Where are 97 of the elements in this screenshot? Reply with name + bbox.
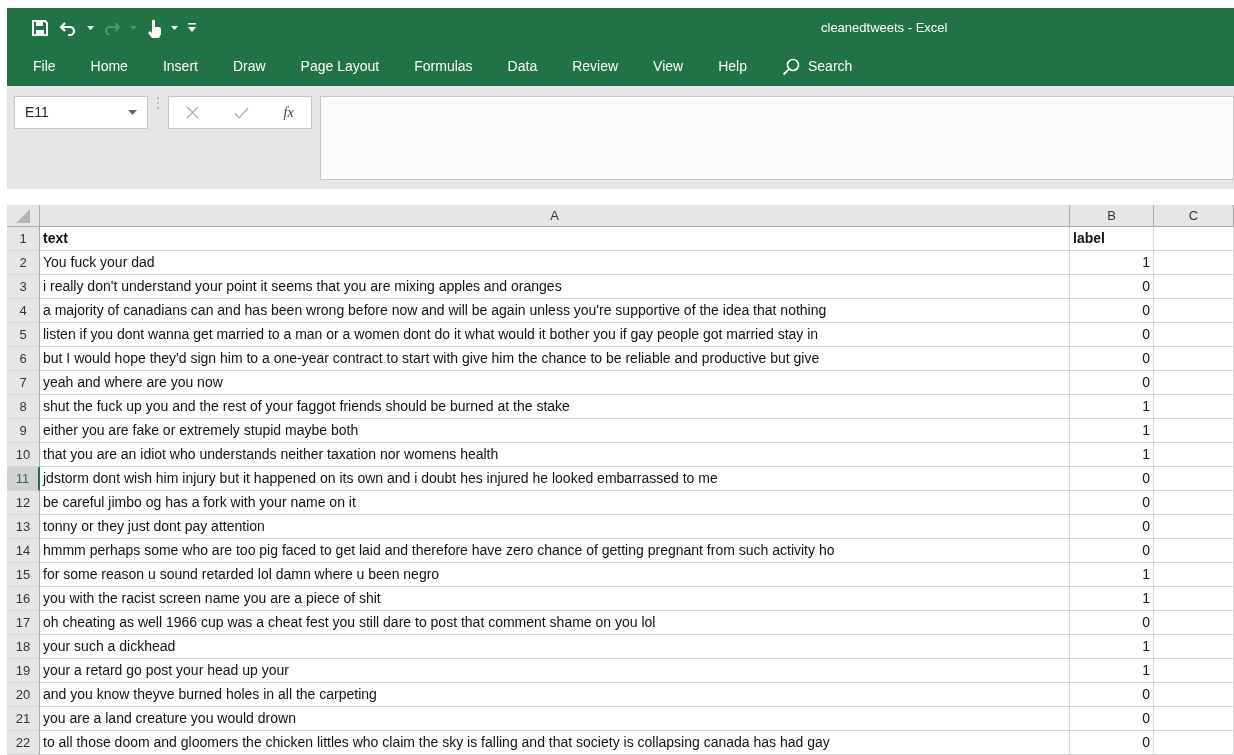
table-cell: be careful jimbo og has a fork with your name on it	[40, 491, 1070, 515]
table-cell: 1	[1070, 659, 1154, 683]
column-header[interactable]: B	[1070, 205, 1154, 227]
check-icon[interactable]	[233, 106, 249, 119]
caret-icon	[130, 25, 137, 30]
row-header[interactable]: 7	[7, 371, 40, 395]
window-title: cleanedtweets - Excel	[821, 18, 948, 37]
row-header[interactable]: 4	[7, 299, 40, 323]
row-header[interactable]: 16	[7, 587, 40, 611]
table-cell: 0	[1070, 467, 1154, 491]
row-header[interactable]: 12	[7, 491, 40, 515]
table-cell: 0	[1070, 491, 1154, 515]
table-cell: 0	[1070, 299, 1154, 323]
row-header[interactable]: 19	[7, 659, 40, 683]
table-cell: 1	[1070, 443, 1154, 467]
ribbon-tab[interactable]: File	[33, 56, 73, 78]
table-cell: i really don't understand your point it seems that you are mixing apples and oranges	[40, 275, 1070, 299]
row-header[interactable]: 13	[7, 515, 40, 539]
table-cell: 1	[1070, 563, 1154, 587]
table-cell: 0	[1070, 347, 1154, 371]
customize-icon[interactable]	[188, 23, 196, 32]
ribbon-tab[interactable]: Data	[507, 56, 555, 78]
save-icon[interactable]	[31, 18, 49, 37]
grip-icon	[156, 96, 160, 111]
hand-icon[interactable]	[147, 17, 161, 38]
row-header[interactable]: 1	[7, 227, 40, 251]
row-header[interactable]: 11	[7, 467, 40, 491]
table-cell: 0	[1070, 539, 1154, 563]
column-header[interactable]: A	[40, 205, 1070, 227]
select-all-icon	[16, 208, 30, 223]
table-cell: 0	[1070, 683, 1154, 707]
table-cell: 0	[1070, 323, 1154, 347]
ribbon-tab[interactable]: Review	[572, 56, 636, 78]
row-header[interactable]: 17	[7, 611, 40, 635]
row-header[interactable]: 20	[7, 683, 40, 707]
row-header[interactable]: 5	[7, 323, 40, 347]
ribbon-tab[interactable]: Insert	[162, 56, 215, 78]
column-title: text	[40, 227, 1070, 251]
table-cell: 0	[1070, 731, 1154, 755]
table-cell: 0	[1070, 611, 1154, 635]
ribbon-tab[interactable]: Help	[718, 56, 764, 78]
table-cell: 0	[1070, 371, 1154, 395]
formula-input[interactable]	[320, 96, 1234, 181]
caret-icon[interactable]	[171, 25, 178, 30]
table-cell: 0	[1070, 275, 1154, 299]
row-header[interactable]: 6	[7, 347, 40, 371]
search-button[interactable]: Search	[781, 56, 853, 78]
table-cell: oh cheating as well 1966 cup was a cheat fest you still dare to post that comment shame on you lol	[40, 611, 1070, 635]
table-cell: 1	[1070, 419, 1154, 443]
row-header[interactable]: 18	[7, 635, 40, 659]
insert-function-button[interactable]: fx	[283, 102, 294, 124]
table-cell: but I would hope they'd sign him to a one-year contract to start with give him the chance to be reliable and productive but give	[40, 347, 1070, 371]
table-cell: your such a dickhead	[40, 635, 1070, 659]
row-header[interactable]: 21	[7, 707, 40, 731]
table-cell: you with the racist screen name you are a piece of shit	[40, 587, 1070, 611]
table-cell: you are a land creature you would drown	[40, 707, 1070, 731]
table-cell: 1	[1070, 395, 1154, 419]
ribbon-tab[interactable]: Page Layout	[300, 56, 397, 78]
table-cell: 0	[1070, 515, 1154, 539]
row-header[interactable]: 10	[7, 443, 40, 467]
table-cell: to all those doom and gloomers the chicken littles who claim the sky is falling and that society is collapsing canada has had gay	[40, 731, 1070, 755]
table-cell: that you are an idiot who understands neither taxation nor womens health	[40, 443, 1070, 467]
caret-icon[interactable]	[128, 110, 137, 116]
table-cell: your a retard go post your head up your	[40, 659, 1070, 683]
table-cell: listen if you dont wanna get married to a man or a women dont do it what would it bother you if gay people got married stay in	[40, 323, 1070, 347]
table-cell: for some reason u sound retarded lol damn where u been negro	[40, 563, 1070, 587]
row-header[interactable]: 22	[7, 731, 40, 755]
cell-reference: E11	[25, 103, 49, 123]
column-title: label	[1070, 227, 1154, 251]
table-cell: 1	[1070, 587, 1154, 611]
table-cell: jdstorm dont wish him injury but it happened on its own and i doubt hes injured he looked embarrassed to me	[40, 467, 1070, 491]
ribbon-tab[interactable]: Home	[90, 56, 145, 78]
column-header[interactable]: C	[1154, 205, 1234, 227]
table-cell: You fuck your dad	[40, 251, 1070, 275]
table-cell: yeah and where are you now	[40, 371, 1070, 395]
caret-icon[interactable]	[87, 25, 94, 30]
undo-icon[interactable]	[59, 19, 77, 36]
ribbon-tab[interactable]: View	[653, 56, 701, 78]
table-cell: a majority of canadians can and has been wrong before now and will be again unless you're supportive of the idea that nothing	[40, 299, 1070, 323]
table-cell: and you know theyve burned holes in all the carpeting	[40, 683, 1070, 707]
row-header[interactable]: 9	[7, 419, 40, 443]
table-cell: 1	[1070, 251, 1154, 275]
table-cell: shut the fuck up you and the rest of your faggot friends should be burned at the stake	[40, 395, 1070, 419]
table-cell: tonny or they just dont pay attention	[40, 515, 1070, 539]
row-header[interactable]: 15	[7, 563, 40, 587]
ribbon-tab[interactable]: Draw	[232, 56, 283, 78]
table-cell: 1	[1070, 635, 1154, 659]
row-header[interactable]: 3	[7, 275, 40, 299]
row-header[interactable]: 8	[7, 395, 40, 419]
search-icon	[781, 57, 800, 76]
row-header[interactable]: 14	[7, 539, 40, 563]
name-box[interactable]: E11	[14, 96, 148, 130]
table-cell: either you are fake or extremely stupid maybe both	[40, 419, 1070, 443]
table-cell: hmmm perhaps some who are too pig faced to get laid and therefore have zero chance of getting pregnant from such activity ho	[40, 539, 1070, 563]
row-header[interactable]: 2	[7, 251, 40, 275]
ribbon-tab[interactable]: Formulas	[414, 56, 490, 78]
table-cell: 0	[1070, 707, 1154, 731]
